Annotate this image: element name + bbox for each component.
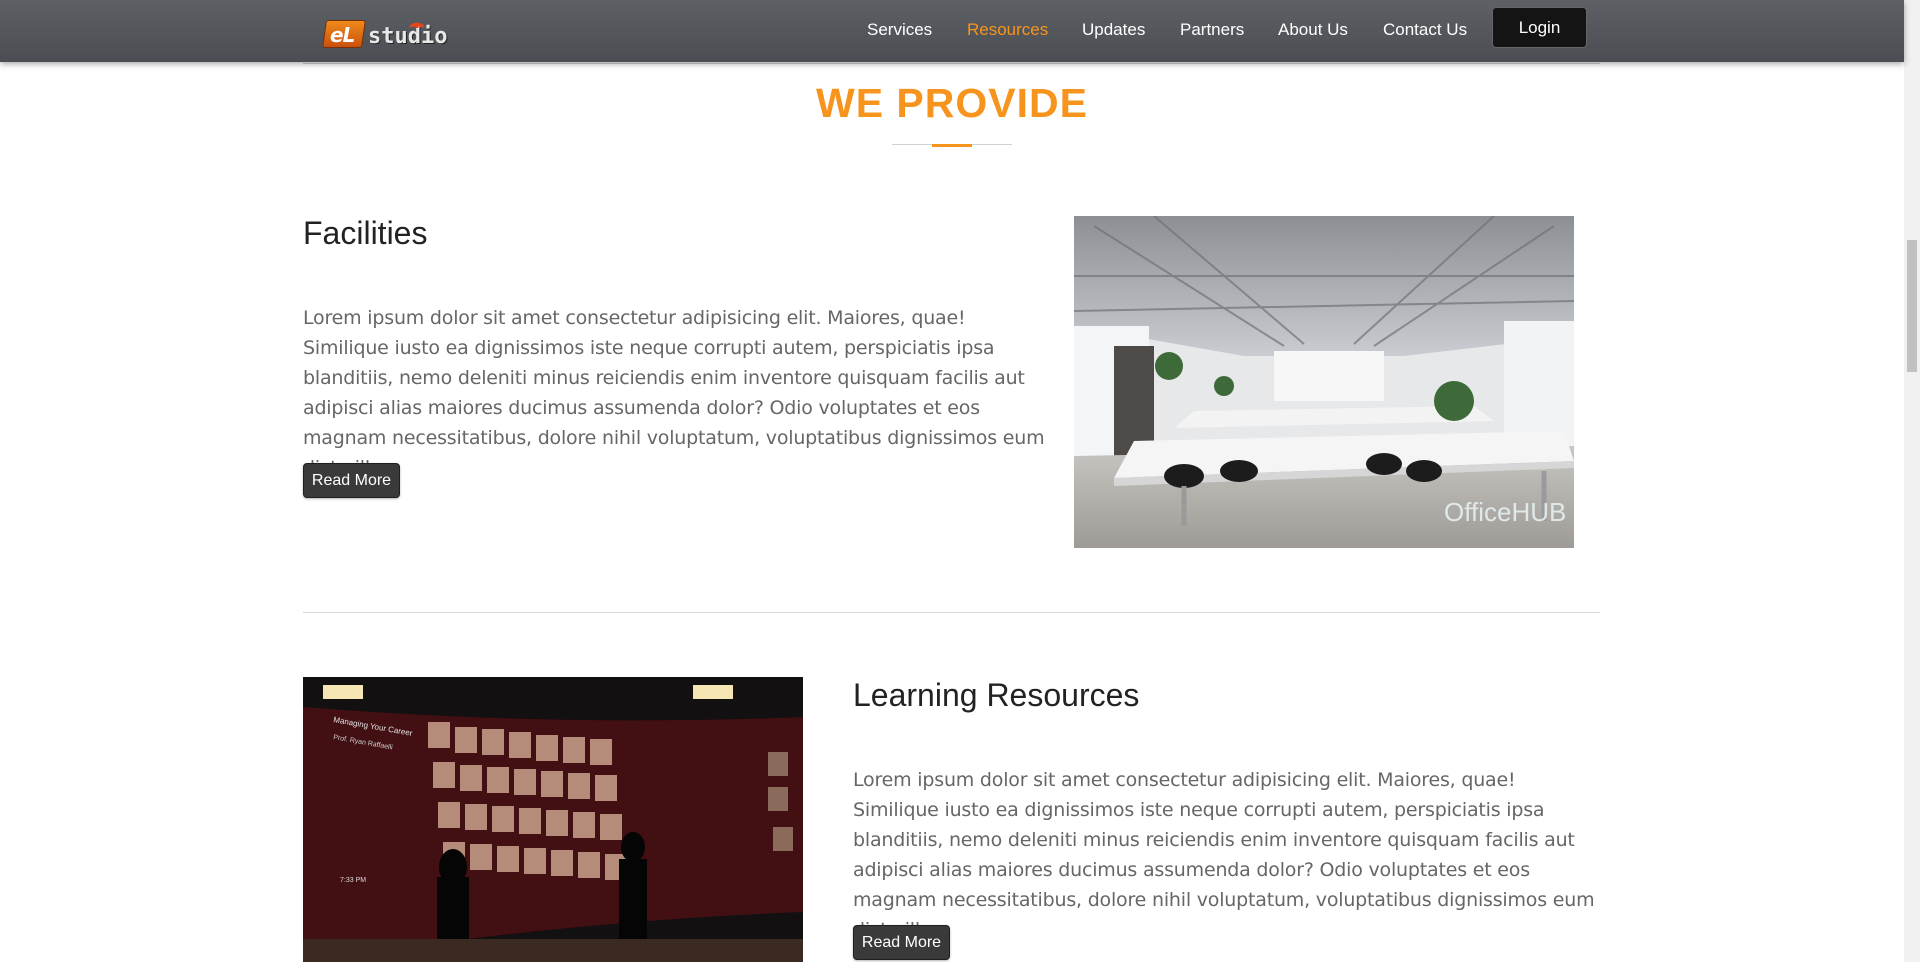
top-navbar: eL studio Services Resources Updates Par… — [0, 0, 1904, 62]
facilities-image: OfficeHUB — [1074, 216, 1574, 548]
title-accent-bar — [932, 144, 972, 147]
office-photo: OfficeHUB — [1074, 216, 1574, 548]
learning-resources-image: Managing Your Career Prof. Ryan Raffaell… — [303, 677, 803, 962]
broadcast-icon — [409, 22, 425, 28]
logo-badge-text: eL — [330, 23, 355, 47]
nav-item-updates[interactable]: Updates — [1082, 20, 1145, 40]
nav-item-contact-us[interactable]: Contact Us — [1383, 20, 1467, 40]
learning-resources-read-more-button[interactable]: Read More — [853, 925, 950, 960]
brand-logo[interactable]: eL studio — [322, 14, 447, 52]
header-rule — [303, 63, 1600, 64]
page-scrollbar[interactable] — [1904, 0, 1920, 962]
nav-item-services[interactable]: Services — [867, 20, 932, 40]
learning-resources-description: Lorem ipsum dolor sit amet consectetur a… — [853, 769, 1595, 941]
facilities-description: Lorem ipsum dolor sit amet consectetur a… — [303, 307, 1045, 479]
nav-item-resources[interactable]: Resources — [967, 20, 1048, 40]
nav-item-about-us[interactable]: About Us — [1278, 20, 1348, 40]
facilities-read-more-button[interactable]: Read More — [303, 463, 400, 498]
learning-resources-heading: Learning Resources — [853, 677, 1140, 713]
watermark-text: OfficeHUB — [1444, 497, 1566, 527]
section-divider — [303, 612, 1600, 613]
scrollbar-thumb[interactable] — [1907, 240, 1917, 372]
login-button[interactable]: Login — [1492, 7, 1587, 48]
section-title: WE PROVIDE — [816, 80, 1088, 126]
facilities-heading: Facilities — [303, 215, 428, 251]
nav-item-partners[interactable]: Partners — [1180, 20, 1244, 40]
screen-time: 7:33 PM — [340, 877, 366, 884]
virtual-classroom-photo: Managing Your Career Prof. Ryan Raffaell… — [303, 677, 803, 962]
